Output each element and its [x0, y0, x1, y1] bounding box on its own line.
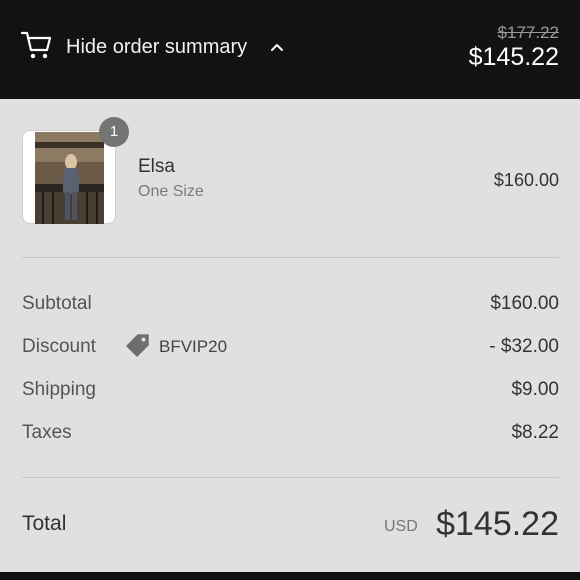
discount-code: BFVIP20 [159, 337, 228, 356]
toggle-order-summary-label[interactable]: Hide order summary [66, 36, 247, 59]
order-summary-panel: 1 Elsa One Size $160.00 Subtotal $160.00… [0, 99, 580, 572]
divider [22, 477, 559, 478]
chevron-up-icon[interactable] [270, 42, 284, 52]
header-total: $145.22 [468, 43, 559, 71]
currency-code: USD [384, 518, 418, 535]
divider [22, 257, 559, 258]
grand-total: $145.22 [436, 505, 559, 543]
product-variant: One Size [138, 183, 204, 200]
product-image [35, 132, 104, 224]
original-total: $177.22 [497, 23, 559, 42]
quantity-badge: 1 [99, 117, 129, 147]
product-price: $160.00 [493, 170, 559, 190]
shipping-value: $9.00 [511, 379, 559, 400]
shipping-label: Shipping [22, 379, 96, 400]
product-name: Elsa [138, 156, 175, 177]
taxes-value: $8.22 [511, 422, 559, 443]
taxes-label: Taxes [22, 422, 72, 443]
footer-strip [0, 572, 580, 580]
discount-value: - $32.00 [489, 336, 559, 357]
total-label: Total [22, 512, 67, 535]
cart-icon [20, 31, 52, 59]
tag-icon [126, 334, 149, 357]
product-thumbnail [22, 130, 116, 224]
order-summary-header[interactable]: Hide order summary $177.22 $145.22 [0, 0, 580, 99]
discount-label: Discount [22, 336, 96, 357]
subtotal-label: Subtotal [22, 293, 92, 314]
subtotal-value: $160.00 [490, 293, 559, 314]
